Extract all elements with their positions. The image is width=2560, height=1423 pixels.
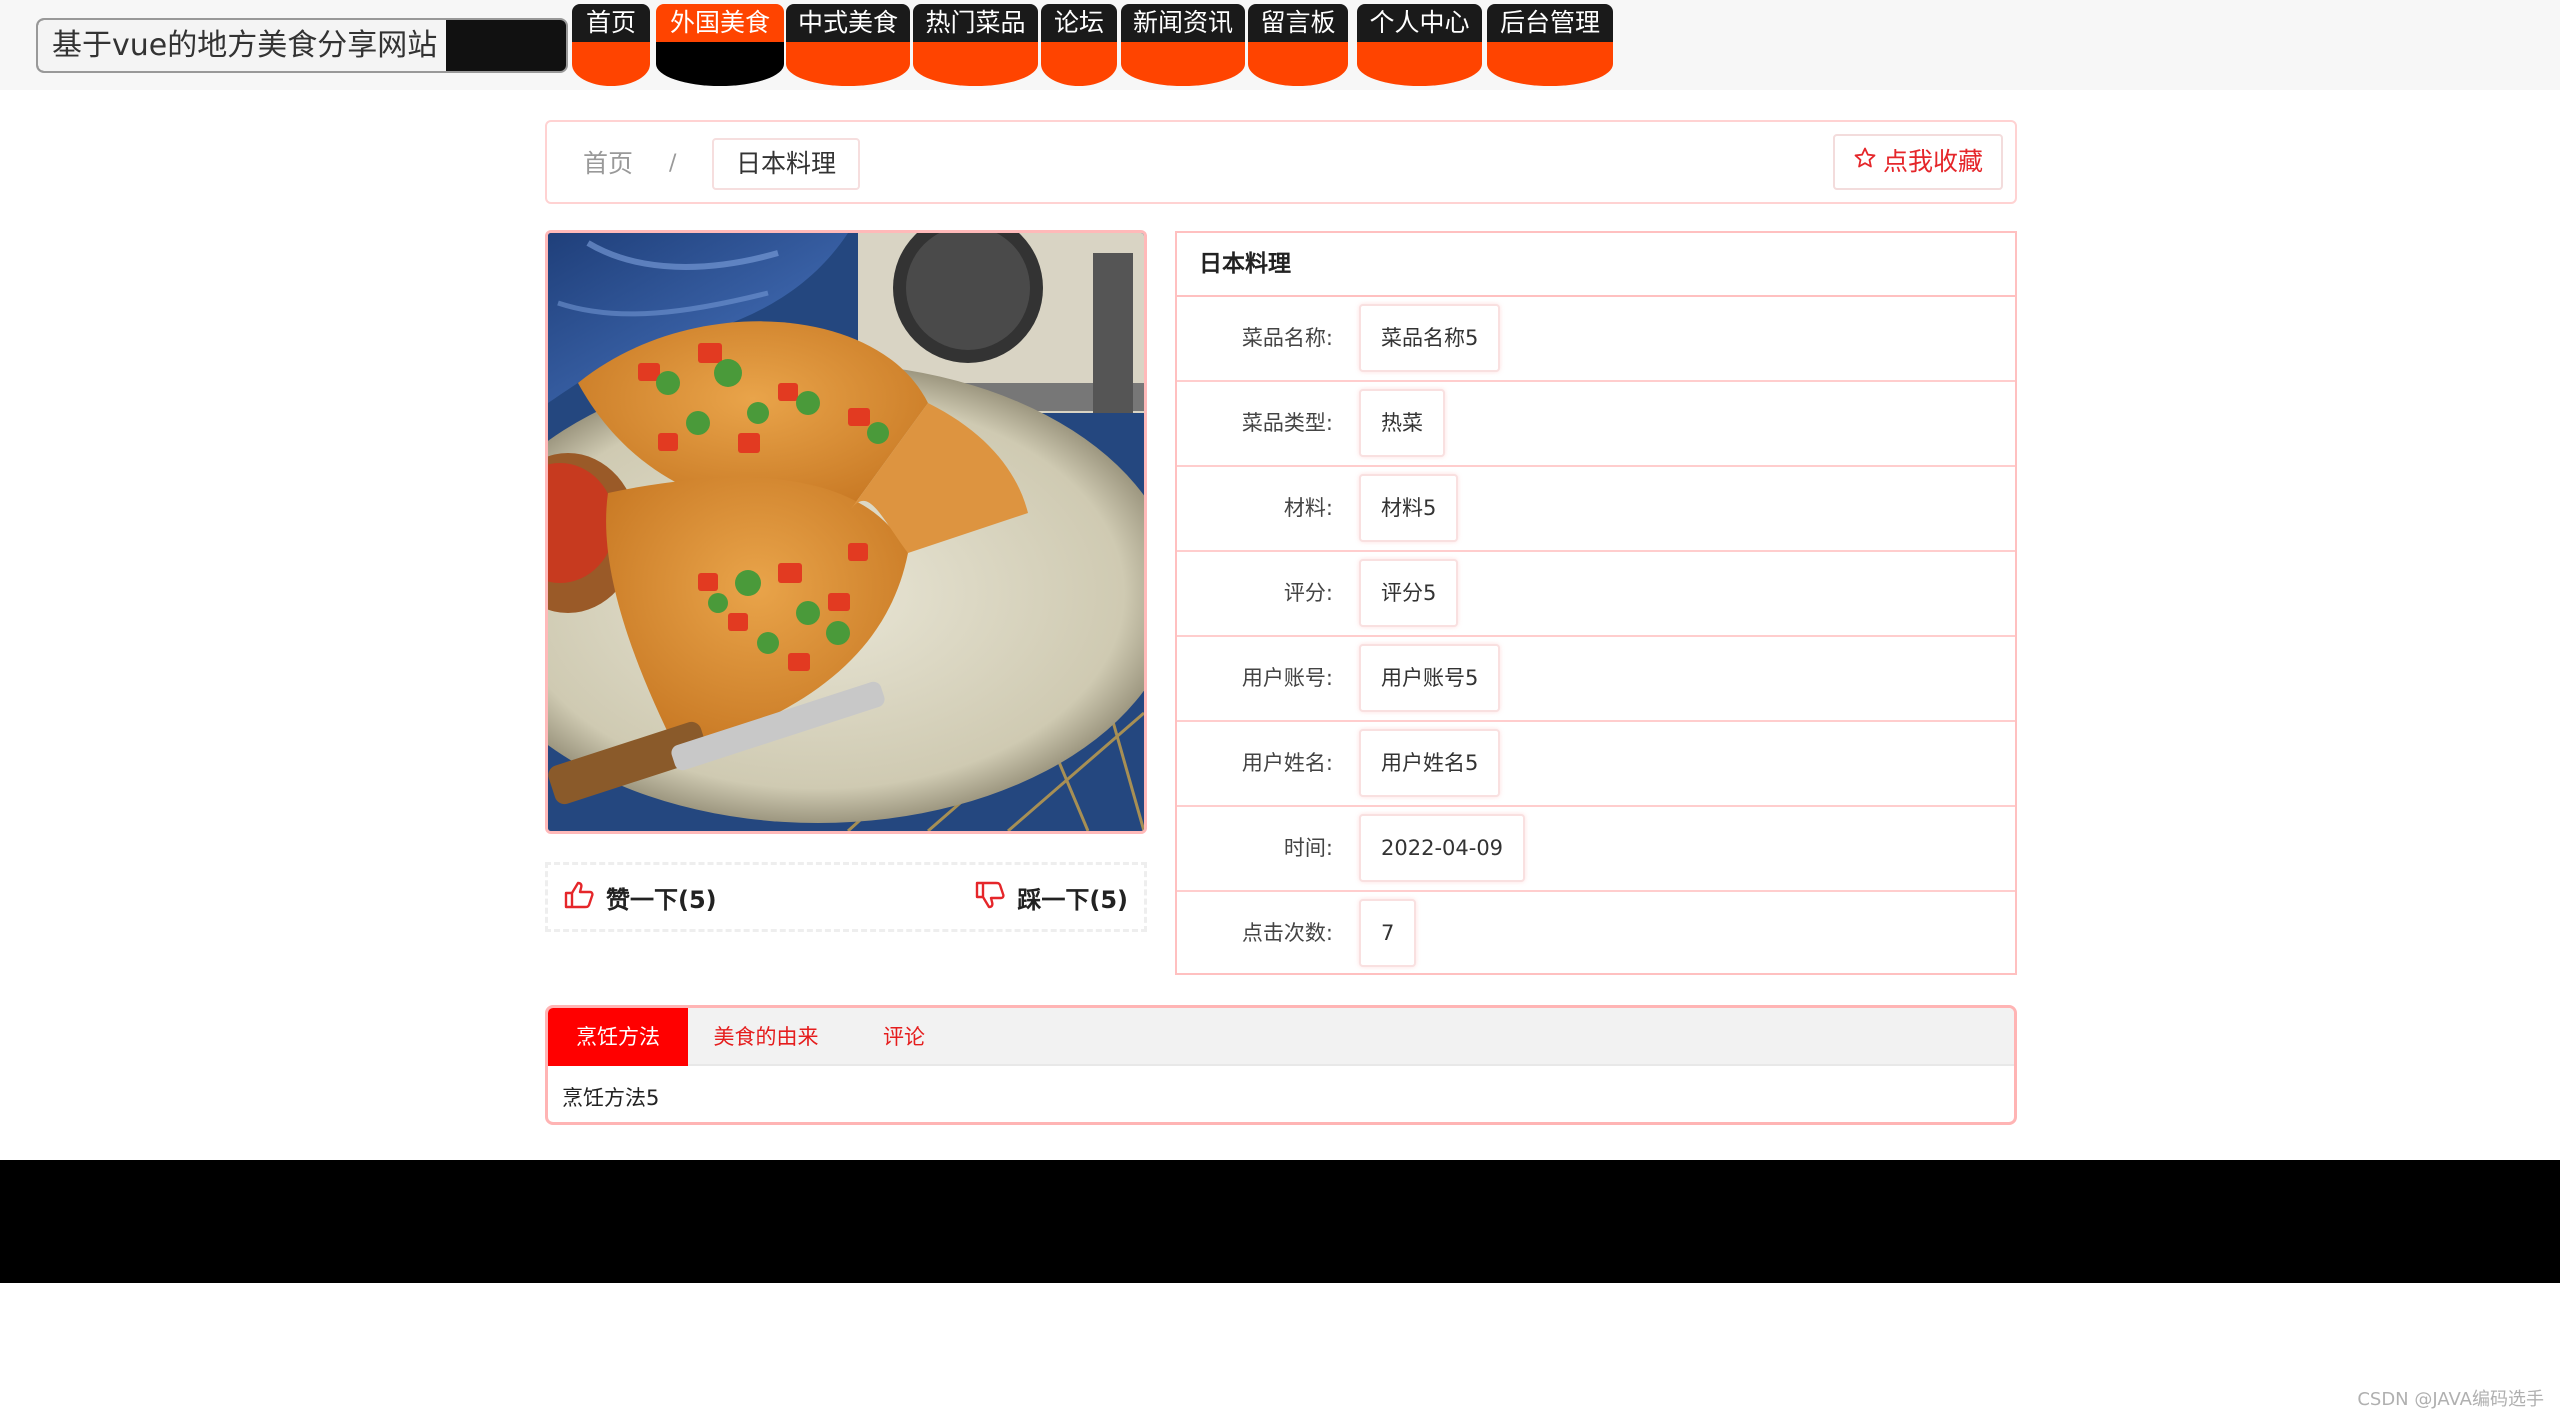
nav-label: 首页 [572, 4, 650, 42]
row-label: 菜品名称: [1241, 326, 1333, 350]
nav-item-foreign-food[interactable]: 外国美食 [656, 4, 784, 86]
nav-item-hot-dishes[interactable]: 热门菜品 [913, 4, 1038, 86]
nav-bubble [656, 42, 784, 86]
row-label: 时间: [1283, 836, 1333, 860]
nav-item-admin[interactable]: 后台管理 [1487, 4, 1613, 86]
nav-bubble [1248, 42, 1348, 86]
star-outline-icon [1853, 136, 1877, 188]
nav-bubble [1121, 42, 1245, 86]
nav-label: 后台管理 [1487, 4, 1613, 42]
row-label: 材料: [1283, 496, 1333, 520]
row-label: 用户账号: [1241, 666, 1333, 690]
row-value: 材料5 [1359, 474, 1459, 542]
detail-row-ingredients: 材料: 材料5 [1177, 467, 2015, 552]
site-title: 基于vue的地方美食分享网站 [38, 20, 446, 71]
detail-panel: 日本料理 菜品名称: 菜品名称5 菜品类型: 热菜 材料: 材料5 评分: 评分… [1175, 231, 2017, 975]
breadcrumb: 首页 / 日本料理 点我收藏 [545, 120, 2017, 204]
row-value: 用户账号5 [1359, 644, 1501, 712]
favorite-button[interactable]: 点我收藏 [1832, 134, 2003, 190]
nav-label: 新闻资讯 [1121, 4, 1245, 42]
breadcrumb-home-link[interactable]: 首页 [583, 144, 633, 184]
row-label: 用户姓名: [1241, 751, 1333, 775]
tab-content: 烹饪方法5 [562, 1086, 660, 1110]
nav-item-personal-center[interactable]: 个人中心 [1357, 4, 1482, 86]
dislike-button[interactable]: 踩一下(5) [975, 880, 1128, 915]
detail-row-time: 时间: 2022-04-09 [1177, 807, 2015, 892]
nav-label: 热门菜品 [913, 4, 1038, 42]
detail-row-click-count: 点击次数: 7 [1177, 892, 2015, 977]
food-photo [545, 230, 1147, 834]
nav-label: 外国美食 [656, 4, 784, 42]
nav-label: 论坛 [1041, 4, 1117, 42]
tab-food-origin[interactable]: 美食的由来 [688, 1008, 844, 1066]
nav-bubble [1487, 42, 1613, 86]
nav-item-home[interactable]: 首页 [572, 4, 650, 86]
detail-row-dish-name: 菜品名称: 菜品名称5 [1177, 297, 2015, 382]
thumbs-down-icon [975, 881, 1005, 915]
nav-item-message-board[interactable]: 留言板 [1248, 4, 1348, 86]
nav-bubble [786, 42, 910, 86]
tab-comments[interactable]: 评论 [844, 1008, 964, 1066]
site-title-box: 基于vue的地方美食分享网站 [36, 18, 568, 73]
tab-cooking-method[interactable]: 烹饪方法 [548, 1008, 688, 1066]
detail-row-user-name: 用户姓名: 用户姓名5 [1177, 722, 2015, 807]
thumbs-up-icon [564, 881, 594, 915]
row-value: 热菜 [1359, 389, 1445, 457]
row-value: 2022-04-09 [1359, 814, 1526, 882]
nav-label: 个人中心 [1357, 4, 1482, 42]
row-label: 点击次数: [1241, 921, 1333, 945]
like-button[interactable]: 赞一下(5) [564, 880, 717, 915]
detail-row-dish-type: 菜品类型: 热菜 [1177, 382, 2015, 467]
favorite-label: 点我收藏 [1882, 147, 1983, 176]
vote-bar: 赞一下(5) 踩一下(5) [545, 862, 1147, 932]
nav-bubble [572, 42, 650, 86]
row-label: 评分: [1283, 581, 1333, 605]
detail-row-user-account: 用户账号: 用户账号5 [1177, 637, 2015, 722]
tabs-header: 烹饪方法 美食的由来 评论 [548, 1008, 2014, 1066]
detail-title: 日本料理 [1177, 233, 2015, 297]
row-value: 评分5 [1359, 559, 1459, 627]
footer [0, 1160, 2560, 1283]
row-label: 菜品类型: [1241, 411, 1333, 435]
watermark: CSDN @JAVA编码选手 [2357, 1389, 2544, 1410]
row-value: 7 [1359, 899, 1417, 967]
breadcrumb-separator: / [669, 151, 677, 176]
nav-bubble [913, 42, 1038, 86]
like-label: 赞一下(5) [606, 886, 717, 914]
nav-item-chinese-food[interactable]: 中式美食 [786, 4, 910, 86]
nav-bubble [1357, 42, 1482, 86]
detail-row-rating: 评分: 评分5 [1177, 552, 2015, 637]
info-tabs: 烹饪方法 美食的由来 评论 烹饪方法5 [545, 1005, 2017, 1125]
nav-bubble [1041, 42, 1117, 86]
breadcrumb-current: 日本料理 [712, 138, 861, 190]
dislike-label: 踩一下(5) [1017, 886, 1128, 914]
top-header: 基于vue的地方美食分享网站 首页 外国美食 中式美食 热门菜品 论坛 新闻资讯… [0, 0, 2560, 90]
nav-item-forum[interactable]: 论坛 [1041, 4, 1117, 86]
row-value: 菜品名称5 [1359, 304, 1501, 372]
nav-item-news[interactable]: 新闻资讯 [1121, 4, 1245, 86]
row-value: 用户姓名5 [1359, 729, 1501, 797]
nav-label: 中式美食 [786, 4, 910, 42]
nav-label: 留言板 [1248, 4, 1348, 42]
